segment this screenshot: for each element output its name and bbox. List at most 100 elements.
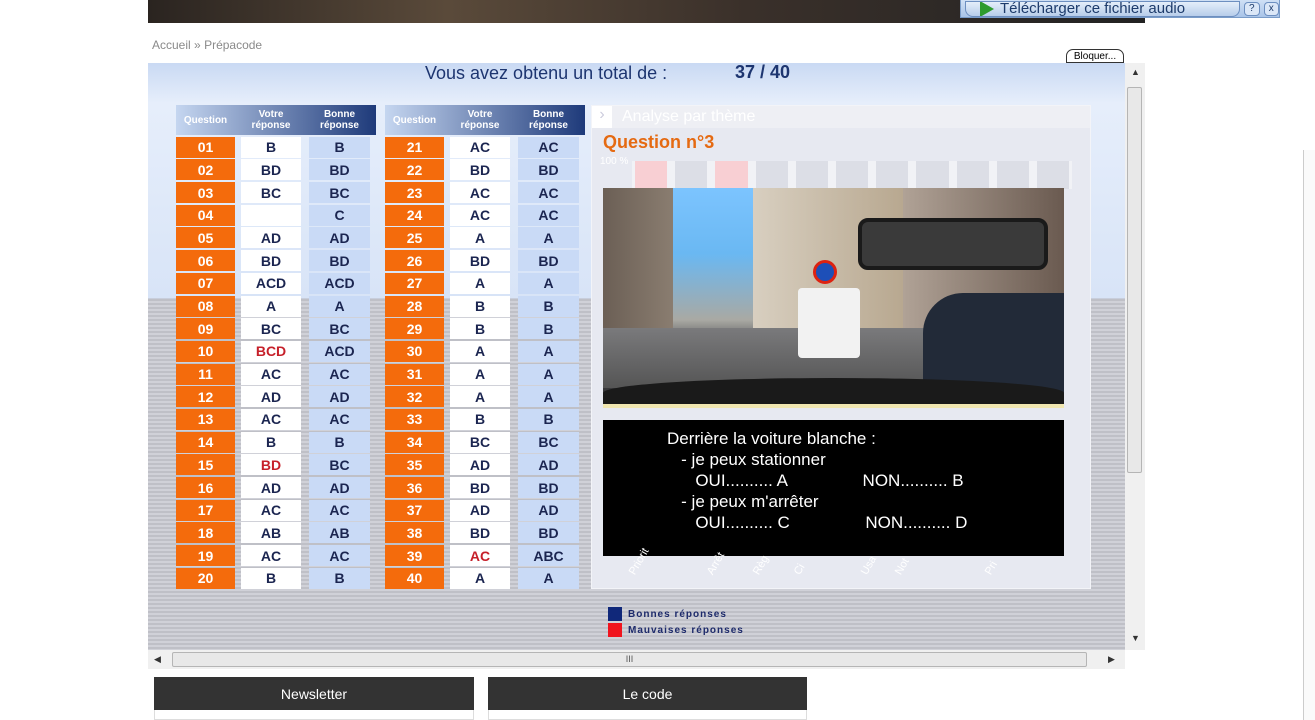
table-row[interactable]: 05 AD AD <box>176 227 376 249</box>
question-number[interactable]: 18 <box>176 522 235 544</box>
table-row[interactable]: 22 BD BD <box>385 159 585 181</box>
question-number[interactable]: 38 <box>385 522 444 544</box>
question-number[interactable]: 36 <box>385 477 444 498</box>
table-row[interactable]: 30 A A <box>385 340 585 362</box>
question-number[interactable]: 07 <box>176 272 235 294</box>
download-audio-button[interactable]: Télécharger ce fichier audio <box>965 0 1240 17</box>
table-row[interactable]: 37 AD AD <box>385 499 585 521</box>
table-row[interactable]: 11 AC AC <box>176 363 376 385</box>
table-row[interactable]: 07 ACD ACD <box>176 272 376 294</box>
question-number[interactable]: 11 <box>176 363 235 385</box>
scroll-up-icon[interactable]: ▲ <box>1131 67 1140 77</box>
table-row[interactable]: 18 AB AB <box>176 522 376 544</box>
table-row[interactable]: 16 AD AD <box>176 477 376 498</box>
table-row[interactable]: 36 BD BD <box>385 477 585 498</box>
question-number[interactable]: 29 <box>385 318 444 340</box>
table-row[interactable]: 26 BD BD <box>385 250 585 272</box>
table-row[interactable]: 24 AC AC <box>385 204 585 226</box>
question-number[interactable]: 30 <box>385 340 444 362</box>
table-row[interactable]: 08 A A <box>176 295 376 317</box>
question-number[interactable]: 24 <box>385 204 444 226</box>
question-line: Derrière la voiture blanche : <box>667 429 876 448</box>
browser-scrollbar[interactable] <box>1303 150 1315 720</box>
question-number[interactable]: 37 <box>385 499 444 521</box>
legend-swatch-good <box>608 607 622 621</box>
table-row[interactable]: 19 AC AC <box>176 545 376 567</box>
table-row[interactable]: 14 B B <box>176 431 376 453</box>
question-number[interactable]: 09 <box>176 318 235 340</box>
vertical-scrollbar[interactable]: ▲ ▼ <box>1125 63 1145 650</box>
scroll-left-icon[interactable]: ◀ <box>154 654 161 665</box>
table-row[interactable]: 29 B B <box>385 318 585 340</box>
question-number[interactable]: 35 <box>385 454 444 476</box>
question-number[interactable]: 40 <box>385 567 444 589</box>
question-number[interactable]: 02 <box>176 159 235 181</box>
question-number[interactable]: 28 <box>385 295 444 317</box>
table-row[interactable]: 34 BC BC <box>385 431 585 453</box>
question-number[interactable]: 13 <box>176 408 235 430</box>
correct-answer: A <box>309 295 370 317</box>
table-row[interactable]: 27 A A <box>385 272 585 294</box>
table-row[interactable]: 38 BD BD <box>385 522 585 544</box>
question-number[interactable]: 22 <box>385 159 444 181</box>
question-number[interactable]: 19 <box>176 545 235 567</box>
table-row[interactable]: 25 A A <box>385 227 585 249</box>
table-row[interactable]: 10 BCD ACD <box>176 340 376 362</box>
question-number[interactable]: 21 <box>385 136 444 158</box>
question-number[interactable]: 16 <box>176 477 235 498</box>
question-number[interactable]: 25 <box>385 227 444 249</box>
table-row[interactable]: 06 BD BD <box>176 250 376 272</box>
scroll-down-icon[interactable]: ▼ <box>1131 633 1140 643</box>
question-number[interactable]: 04 <box>176 204 235 226</box>
table-row[interactable]: 01 B B <box>176 136 376 158</box>
scroll-right-icon[interactable]: ▶ <box>1108 654 1115 665</box>
table-row[interactable]: 20 B B <box>176 567 376 589</box>
table-row[interactable]: 09 BC BC <box>176 318 376 340</box>
question-number[interactable]: 14 <box>176 431 235 453</box>
table-row[interactable]: 39 AC ABC <box>385 545 585 567</box>
table-row[interactable]: 21 AC AC <box>385 136 585 158</box>
table-row[interactable]: 28 B B <box>385 295 585 317</box>
table-row[interactable]: 33 B B <box>385 408 585 430</box>
table-row[interactable]: 13 AC AC <box>176 408 376 430</box>
question-number[interactable]: 06 <box>176 250 235 272</box>
breadcrumb-current[interactable]: Prépacode <box>204 38 262 52</box>
question-number[interactable]: 03 <box>176 182 235 204</box>
vertical-scroll-thumb[interactable] <box>1127 87 1142 473</box>
question-number[interactable]: 34 <box>385 431 444 453</box>
question-number[interactable]: 39 <box>385 545 444 567</box>
question-number[interactable]: 26 <box>385 250 444 272</box>
question-number[interactable]: 31 <box>385 363 444 385</box>
table-row[interactable]: 23 AC AC <box>385 182 585 204</box>
table-row[interactable]: 31 A A <box>385 363 585 385</box>
table-row[interactable]: 15 BD BC <box>176 454 376 476</box>
table-row[interactable]: 03 BC BC <box>176 182 376 204</box>
question-number[interactable]: 17 <box>176 499 235 521</box>
table-row[interactable]: 12 AD AD <box>176 386 376 408</box>
breadcrumb-home[interactable]: Accueil <box>152 38 191 52</box>
horizontal-scroll-thumb[interactable]: III <box>172 652 1087 667</box>
table-row[interactable]: 04 C <box>176 204 376 226</box>
help-button[interactable]: ? <box>1244 1 1260 16</box>
question-number[interactable]: 32 <box>385 386 444 408</box>
question-number[interactable]: 10 <box>176 340 235 362</box>
panel-header[interactable]: › Analyse par thème <box>592 106 1090 128</box>
table-row[interactable]: 40 A A <box>385 567 585 589</box>
question-number[interactable]: 12 <box>176 386 235 408</box>
table-row[interactable]: 35 AD AD <box>385 454 585 476</box>
table-row[interactable]: 02 BD BD <box>176 159 376 181</box>
question-number[interactable]: 23 <box>385 182 444 204</box>
question-number[interactable]: 15 <box>176 454 235 476</box>
question-number[interactable]: 05 <box>176 227 235 249</box>
question-number[interactable]: 20 <box>176 567 235 589</box>
question-number[interactable]: 08 <box>176 295 235 317</box>
close-button[interactable]: x <box>1263 1 1279 16</box>
header-question: Question <box>183 114 228 126</box>
horizontal-scrollbar[interactable]: ◀ III ▶ <box>148 650 1125 669</box>
question-number[interactable]: 01 <box>176 136 235 158</box>
question-number[interactable]: 27 <box>385 272 444 294</box>
table-row[interactable]: 32 A A <box>385 386 585 408</box>
question-number[interactable]: 33 <box>385 408 444 430</box>
table-row[interactable]: 17 AC AC <box>176 499 376 521</box>
block-plugin-button[interactable]: Bloquer... <box>1066 49 1124 63</box>
